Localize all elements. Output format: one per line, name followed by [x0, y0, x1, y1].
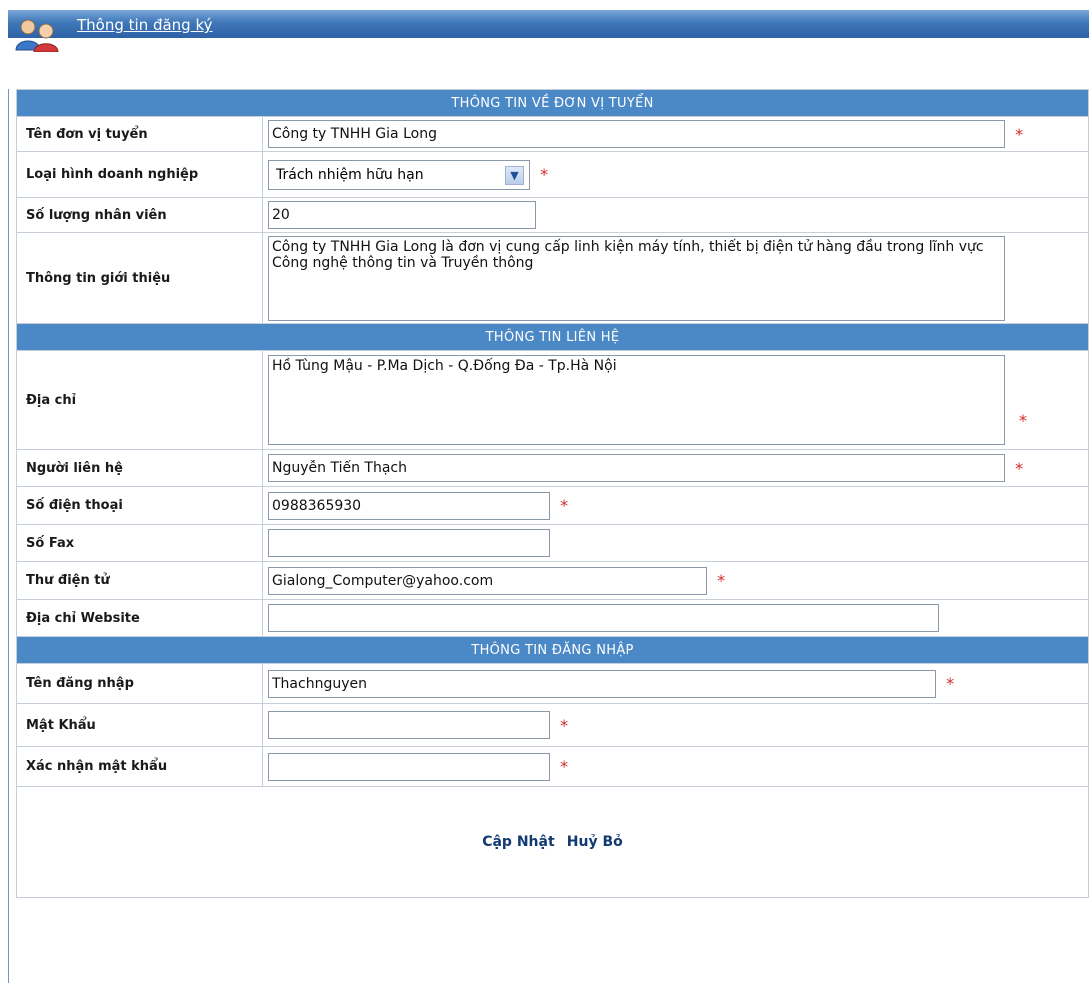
chevron-down-icon[interactable]: ▼ [505, 165, 524, 185]
page-title: Thông tin đăng ký [77, 16, 213, 34]
page-header: Thông tin đăng ký [8, 10, 1089, 52]
confirm-password-input[interactable] [268, 752, 550, 781]
label-username: Tên đăng nhập [16, 663, 263, 704]
required-marker: * [1015, 458, 1024, 478]
label-company-name: Tên đơn vị tuyển [16, 116, 263, 152]
label-confirm-password: Xác nhận mật khẩu [16, 746, 263, 787]
label-password: Mật Khẩu [16, 703, 263, 747]
required-marker: * [1015, 124, 1024, 144]
required-marker: * [1019, 411, 1027, 430]
password-input[interactable] [268, 711, 550, 739]
required-marker: * [560, 757, 569, 776]
label-address: Địa chỉ [16, 350, 263, 450]
form-actions: Cập Nhật Huỷ Bỏ [16, 786, 1089, 898]
employee-count-input[interactable] [268, 201, 536, 229]
section-login-header: THÔNG TIN ĐĂNG NHẬP [16, 636, 1089, 664]
introduction-textarea[interactable]: Công ty TNHH Gia Long là đơn vị cung cấp… [268, 235, 1005, 321]
company-name-input[interactable] [268, 120, 1005, 148]
section-company-header: THÔNG TIN VỀ ĐƠN VỊ TUYỂN [16, 89, 1089, 117]
required-marker: * [717, 571, 726, 590]
phone-input[interactable] [268, 491, 550, 520]
update-button[interactable]: Cập Nhật [482, 834, 554, 850]
address-textarea[interactable]: Hồ Tùng Mậu - P.Ma Dịch - Q.Đống Đa - Tp… [268, 355, 1005, 445]
required-marker: * [540, 165, 549, 184]
contact-person-input[interactable] [268, 454, 1005, 482]
label-email: Thư điện tử [16, 561, 263, 600]
label-fax: Số Fax [16, 524, 263, 562]
business-type-select[interactable]: Trách nhiệm hữu hạn ▼ [268, 159, 530, 190]
section-contact-header: THÔNG TIN LIÊN HỆ [16, 323, 1089, 351]
business-type-value: Trách nhiệm hữu hạn [276, 166, 424, 183]
label-website: Địa chỉ Website [16, 599, 263, 637]
required-marker: * [946, 674, 955, 693]
email-input[interactable] [268, 566, 707, 595]
label-introduction: Thông tin giới thiệu [16, 232, 263, 324]
required-marker: * [560, 496, 569, 515]
label-contact-person: Người liên hệ [16, 449, 263, 487]
fax-input[interactable] [268, 529, 550, 557]
username-input[interactable] [268, 669, 936, 698]
label-phone: Số điện thoại [16, 486, 263, 525]
cancel-button[interactable]: Huỷ Bỏ [567, 834, 623, 850]
registration-form: THÔNG TIN VỀ ĐƠN VỊ TUYỂN Tên đơn vị tuy… [16, 89, 1089, 898]
label-business-type: Loại hình doanh nghiệp [16, 151, 263, 198]
users-icon [15, 19, 59, 52]
label-employee-count: Số lượng nhân viên [16, 197, 263, 233]
required-marker: * [560, 715, 569, 735]
website-input[interactable] [268, 604, 939, 632]
